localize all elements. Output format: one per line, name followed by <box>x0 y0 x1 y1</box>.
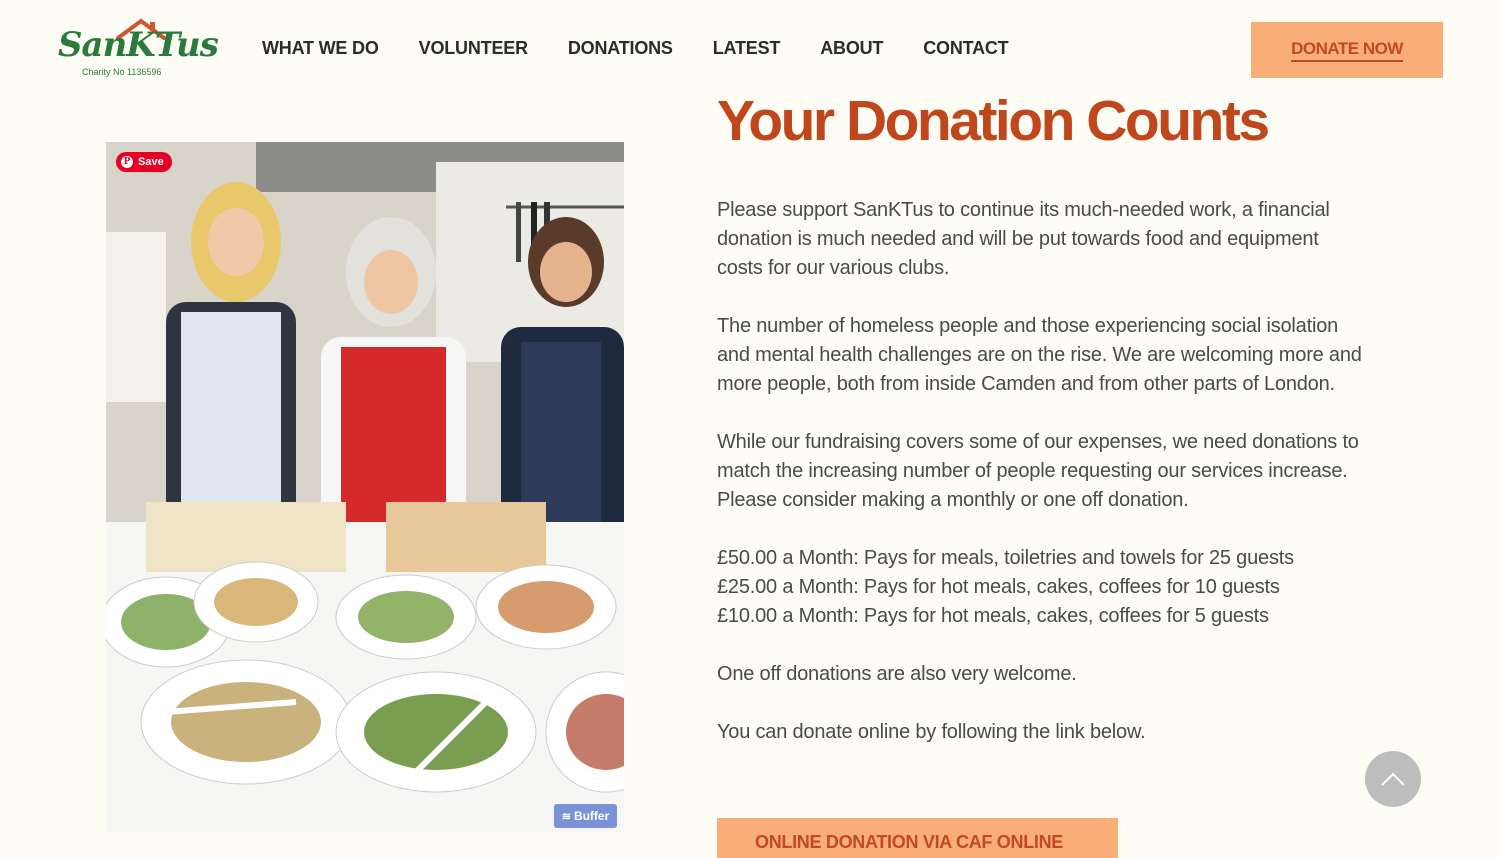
nav-latest[interactable]: LATEST <box>713 38 781 59</box>
paragraph-intro: Please support SanKTus to continue its m… <box>717 199 1330 279</box>
paragraph-fundraising: While our fundraising covers some of our… <box>717 431 1359 511</box>
pinterest-save-button[interactable]: P Save <box>116 152 172 172</box>
buffer-label: Buffer <box>573 809 610 823</box>
donation-tiers: £50.00 a Month: Pays for meals, toiletri… <box>717 544 1367 631</box>
nav-contact[interactable]: CONTACT <box>923 38 1008 59</box>
tier-25: £25.00 a Month: Pays for hot meals, cake… <box>717 576 1280 598</box>
charity-number: Charity No 1136596 <box>82 67 162 77</box>
online-donation-button[interactable]: ONLINE DONATION VIA CAF ONLINE <box>717 818 1118 858</box>
tier-50: £50.00 a Month: Pays for meals, toiletri… <box>717 547 1294 569</box>
paragraph-online: You can donate online by following the l… <box>717 721 1146 743</box>
nav-what-we-do[interactable]: WHAT WE DO <box>262 38 379 59</box>
scroll-to-top-button[interactable] <box>1365 751 1421 807</box>
pinterest-save-label: Save <box>138 156 164 168</box>
pinterest-icon: P <box>121 156 133 168</box>
nav-about[interactable]: ABOUT <box>820 38 883 59</box>
buffer-button[interactable]: ≋ Buffer <box>554 804 617 828</box>
logo-text: SanKTus <box>58 25 219 65</box>
main-nav: WHAT WE DO VOLUNTEER DONATIONS LATEST AB… <box>262 38 1048 59</box>
paragraph-one-off: One off donations are also very welcome. <box>717 663 1077 685</box>
tier-10: £10.00 a Month: Pays for hot meals, cake… <box>717 605 1269 627</box>
donation-copy: Please support SanKTus to continue its m… <box>717 196 1367 776</box>
buffer-icon: ≋ <box>561 810 571 823</box>
donate-now-label: DONATE NOW <box>1291 39 1403 62</box>
logo[interactable]: SanKTus Charity No 1136596 <box>58 18 219 80</box>
chevron-up-icon <box>1381 772 1405 786</box>
donate-now-button[interactable]: DONATE NOW <box>1251 22 1443 78</box>
volunteers-photo <box>106 142 624 832</box>
nav-donations[interactable]: DONATIONS <box>568 38 673 59</box>
nav-volunteer[interactable]: VOLUNTEER <box>419 38 528 59</box>
page-title: Your Donation Counts <box>717 89 1270 153</box>
paragraph-need: The number of homeless people and those … <box>717 315 1362 395</box>
